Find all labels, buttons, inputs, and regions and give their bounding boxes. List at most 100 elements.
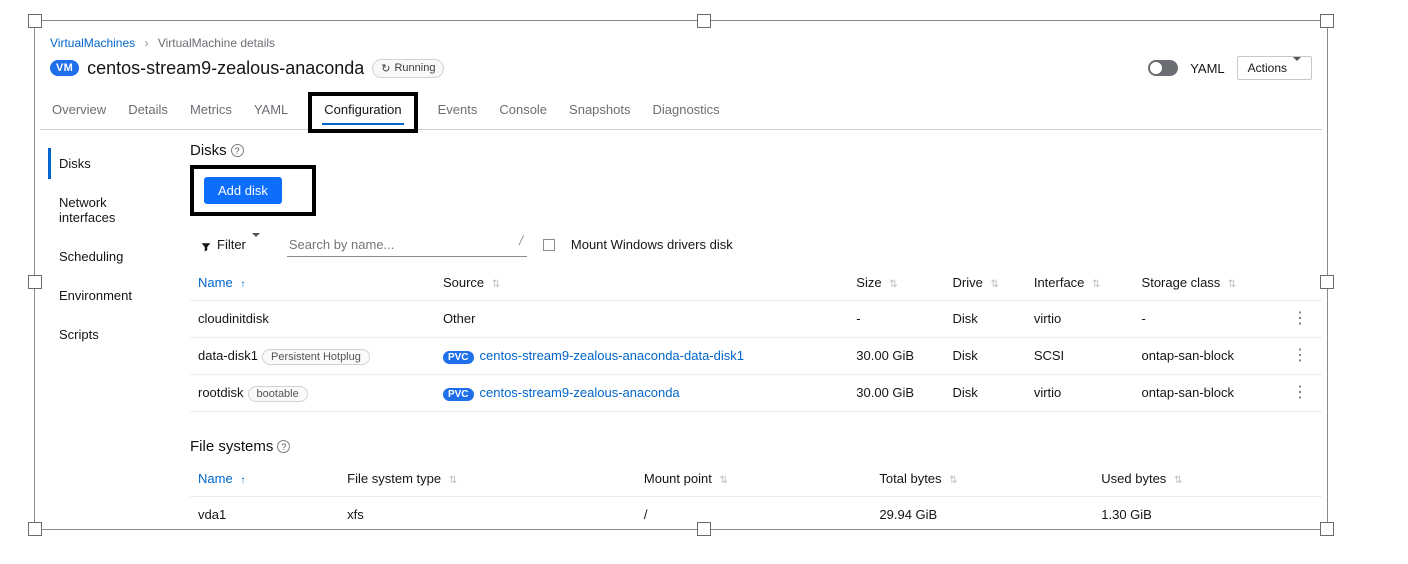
yaml-toggle[interactable] bbox=[1148, 60, 1178, 76]
fs-col-name[interactable]: Name ↑ bbox=[190, 461, 339, 497]
add-disk-button[interactable]: Add disk bbox=[204, 177, 282, 204]
add-disk-highlight-frame: Add disk bbox=[190, 165, 316, 216]
tab-snapshots[interactable]: Snapshots bbox=[567, 92, 632, 129]
sidenav-network[interactable]: Network interfaces bbox=[48, 187, 170, 233]
breadcrumb-current: VirtualMachine details bbox=[158, 36, 275, 50]
tab-console[interactable]: Console bbox=[497, 92, 549, 129]
breadcrumb: VirtualMachines VirtualMachine details bbox=[40, 28, 1322, 56]
resize-handle bbox=[697, 14, 711, 28]
filter-dropdown[interactable]: Filter bbox=[190, 232, 271, 257]
search-input[interactable] bbox=[287, 233, 515, 256]
fs-col-total[interactable]: Total bytes ⇅ bbox=[871, 461, 1093, 497]
col-size-label: Size bbox=[856, 275, 881, 290]
sort-icon: ⇅ bbox=[719, 475, 727, 486]
tab-details[interactable]: Details bbox=[126, 92, 170, 129]
resize-handle bbox=[1320, 275, 1334, 289]
sidenav-environment[interactable]: Environment bbox=[48, 280, 170, 311]
funnel-icon bbox=[201, 240, 211, 250]
cell-storage_class: ontap-san-block bbox=[1134, 338, 1278, 375]
cell-size: - bbox=[848, 301, 944, 338]
filesystems-title-text: File systems bbox=[190, 438, 273, 455]
kebab-menu-icon[interactable]: ⋮ bbox=[1286, 347, 1314, 364]
table-row: rootdiskbootablePVCcentos-stream9-zealou… bbox=[190, 375, 1322, 412]
mount-windows-label: Mount Windows drivers disk bbox=[571, 237, 733, 252]
sort-icon: ⇅ bbox=[492, 279, 500, 290]
cell-interface: virtio bbox=[1026, 301, 1134, 338]
fs-col-type-label: File system type bbox=[347, 471, 441, 486]
caret-down-icon bbox=[252, 237, 260, 252]
fs-col-mount[interactable]: Mount point ⇅ bbox=[636, 461, 872, 497]
sidenav-disks[interactable]: Disks bbox=[48, 148, 170, 179]
filesystems-section-title: File systems bbox=[190, 438, 1322, 455]
fs-col-mount-label: Mount point bbox=[644, 471, 712, 486]
fs-col-type[interactable]: File system type ⇅ bbox=[339, 461, 636, 497]
tab-metrics[interactable]: Metrics bbox=[188, 92, 234, 129]
source-text: Other bbox=[435, 301, 848, 338]
col-source[interactable]: Source ⇅ bbox=[435, 265, 848, 301]
resize-handle bbox=[1320, 522, 1334, 536]
disk-name: data-disk1 bbox=[198, 348, 258, 363]
tab-diagnostics[interactable]: Diagnostics bbox=[650, 92, 721, 129]
disk-name: cloudinitdisk bbox=[198, 311, 269, 326]
disk-tag: Persistent Hotplug bbox=[262, 349, 370, 365]
caret-down-icon bbox=[1293, 61, 1301, 75]
fs-col-used[interactable]: Used bytes ⇅ bbox=[1093, 461, 1322, 497]
tab-configuration[interactable]: Configuration bbox=[308, 92, 417, 133]
help-icon[interactable] bbox=[231, 144, 244, 157]
col-size[interactable]: Size ⇅ bbox=[848, 265, 944, 301]
kebab-menu-icon[interactable]: ⋮ bbox=[1286, 310, 1314, 327]
tab-bar: Overview Details Metrics YAML Configurat… bbox=[40, 92, 1322, 130]
disks-table: Name ↑ Source ⇅ Size ⇅ bbox=[190, 265, 1322, 412]
source-link[interactable]: centos-stream9-zealous-anaconda-data-dis… bbox=[480, 348, 744, 363]
cell-drive: Disk bbox=[945, 375, 1026, 412]
help-icon[interactable] bbox=[277, 440, 290, 453]
source-link[interactable]: centos-stream9-zealous-anaconda bbox=[480, 385, 680, 400]
sort-icon: ⇅ bbox=[1174, 475, 1182, 486]
fs-cell-name: vda1 bbox=[190, 497, 339, 525]
fs-col-name-label: Name bbox=[198, 471, 233, 486]
kebab-menu-icon[interactable]: ⋮ bbox=[1286, 384, 1314, 401]
table-row: vda1xfs/29.94 GiB1.30 GiB bbox=[190, 497, 1322, 525]
sort-asc-icon: ↑ bbox=[240, 475, 245, 486]
config-sidenav: Disks Network interfaces Scheduling Envi… bbox=[40, 130, 170, 358]
col-sc-label: Storage class bbox=[1142, 275, 1221, 290]
tab-yaml[interactable]: YAML bbox=[252, 92, 290, 129]
sort-icon: ⇅ bbox=[991, 279, 999, 290]
col-storage-class[interactable]: Storage class ⇅ bbox=[1134, 265, 1278, 301]
breadcrumb-separator-icon bbox=[139, 36, 155, 50]
col-drive[interactable]: Drive ⇅ bbox=[945, 265, 1026, 301]
disks-section-title: Disks bbox=[190, 142, 1322, 159]
sidenav-scheduling[interactable]: Scheduling bbox=[48, 241, 170, 272]
breadcrumb-root[interactable]: VirtualMachines bbox=[50, 36, 135, 50]
disks-title-text: Disks bbox=[190, 142, 227, 159]
sidenav-scripts[interactable]: Scripts bbox=[48, 319, 170, 350]
title-bar: VM centos-stream9-zealous-anaconda Runni… bbox=[40, 56, 1322, 92]
search-field[interactable]: / bbox=[287, 233, 527, 257]
fs-cell-fstype: xfs bbox=[339, 497, 636, 525]
col-drive-label: Drive bbox=[953, 275, 983, 290]
fs-cell-mount: / bbox=[636, 497, 872, 525]
yaml-label: YAML bbox=[1190, 61, 1224, 76]
col-interface[interactable]: Interface ⇅ bbox=[1026, 265, 1134, 301]
col-interface-label: Interface bbox=[1034, 275, 1085, 290]
actions-dropdown[interactable]: Actions bbox=[1237, 56, 1312, 80]
tab-events[interactable]: Events bbox=[436, 92, 480, 129]
sort-icon: ⇅ bbox=[1228, 279, 1236, 290]
sort-icon: ⇅ bbox=[449, 475, 457, 486]
cell-interface: SCSI bbox=[1026, 338, 1134, 375]
col-name[interactable]: Name ↑ bbox=[190, 265, 435, 301]
fs-cell-total: 29.94 GiB bbox=[871, 497, 1093, 525]
tab-overview[interactable]: Overview bbox=[50, 92, 108, 129]
mount-windows-checkbox[interactable] bbox=[543, 239, 555, 251]
vm-badge: VM bbox=[50, 60, 79, 76]
cell-storage_class: - bbox=[1134, 301, 1278, 338]
disk-name: rootdisk bbox=[198, 385, 244, 400]
status-badge: Running bbox=[372, 59, 444, 78]
cell-size: 30.00 GiB bbox=[848, 375, 944, 412]
filter-label: Filter bbox=[217, 237, 246, 252]
cell-storage_class: ontap-san-block bbox=[1134, 375, 1278, 412]
cell-interface: virtio bbox=[1026, 375, 1134, 412]
pvc-badge: PVC bbox=[443, 351, 474, 364]
sort-icon: ⇅ bbox=[1092, 279, 1100, 290]
col-source-label: Source bbox=[443, 275, 484, 290]
